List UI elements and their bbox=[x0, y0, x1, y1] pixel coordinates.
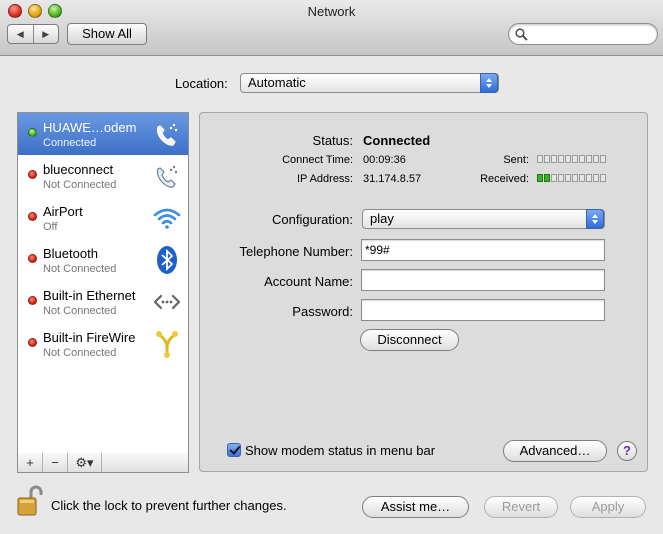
received-meter bbox=[537, 174, 606, 182]
revert-button[interactable]: Revert bbox=[484, 496, 558, 518]
service-name: AirPort bbox=[43, 204, 83, 219]
meter-segment bbox=[579, 174, 585, 182]
location-label: Location: bbox=[175, 76, 228, 91]
back-button[interactable]: ◀ bbox=[8, 25, 34, 43]
meter-segment bbox=[537, 174, 543, 182]
location-value: Automatic bbox=[248, 75, 306, 90]
meter-segment bbox=[579, 155, 585, 163]
service-item-builtin-ethernet[interactable]: Built-in Ethernet Not Connected bbox=[18, 281, 188, 323]
status-red-dot-icon bbox=[28, 254, 37, 263]
ip-address-label: IP Address: bbox=[296, 173, 353, 185]
service-name: Bluetooth bbox=[43, 246, 98, 261]
meter-segment bbox=[565, 155, 571, 163]
sent-meter bbox=[537, 155, 606, 163]
search-icon bbox=[515, 28, 528, 41]
service-list: HUAWE…odem Connected blueconnect Not Con… bbox=[17, 112, 189, 454]
advanced-button[interactable]: Advanced… bbox=[503, 440, 607, 462]
popup-arrows-icon bbox=[586, 209, 604, 229]
apply-button[interactable]: Apply bbox=[570, 496, 646, 518]
meter-segment bbox=[551, 155, 557, 163]
remove-service-button[interactable]: − bbox=[43, 453, 68, 472]
password-field[interactable] bbox=[361, 299, 605, 321]
connect-time-label: Connect Time: bbox=[282, 154, 353, 166]
ethernet-icon bbox=[153, 294, 181, 310]
gear-menu-button[interactable]: ⚙▾ bbox=[68, 453, 102, 472]
help-button[interactable]: ? bbox=[617, 441, 637, 461]
service-name: Built-in Ethernet bbox=[43, 288, 136, 303]
phone-modem-icon bbox=[156, 165, 178, 188]
meter-segment bbox=[572, 155, 578, 163]
meter-segment bbox=[544, 174, 550, 182]
connect-time-value: 00:09:36 bbox=[363, 154, 406, 166]
service-status: Off bbox=[43, 221, 58, 233]
meter-segment bbox=[600, 155, 606, 163]
firewire-icon bbox=[156, 331, 178, 358]
bluetooth-icon bbox=[157, 246, 177, 274]
meter-segment bbox=[537, 155, 543, 163]
show-modem-status-label: Show modem status in menu bar bbox=[245, 443, 436, 458]
service-name: HUAWE…odem bbox=[43, 120, 137, 135]
status-red-dot-icon bbox=[28, 212, 37, 221]
configuration-value: play bbox=[370, 211, 394, 226]
received-label: Received: bbox=[480, 173, 529, 185]
password-label: Password: bbox=[292, 304, 353, 319]
assist-me-button[interactable]: Assist me… bbox=[362, 496, 469, 518]
sent-label: Sent: bbox=[503, 154, 529, 166]
account-name-label: Account Name: bbox=[264, 274, 353, 289]
search-field[interactable] bbox=[508, 23, 658, 45]
meter-segment bbox=[565, 174, 571, 182]
service-name: Built-in FireWire bbox=[43, 330, 136, 345]
meter-segment bbox=[586, 174, 592, 182]
service-item-blueconnect[interactable]: blueconnect Not Connected bbox=[18, 155, 188, 197]
lock-message: Click the lock to prevent further change… bbox=[51, 498, 287, 513]
search-input[interactable] bbox=[531, 26, 651, 42]
service-item-huawei-modem[interactable]: HUAWE…odem Connected bbox=[18, 113, 188, 155]
disconnect-button[interactable]: Disconnect bbox=[360, 329, 459, 351]
ip-address-value: 31.174.8.57 bbox=[363, 173, 422, 185]
meter-segment bbox=[593, 155, 599, 163]
wifi-icon bbox=[153, 208, 181, 229]
service-item-builtin-firewire[interactable]: Built-in FireWire Not Connected bbox=[18, 323, 188, 365]
meter-segment bbox=[558, 155, 564, 163]
meter-segment bbox=[558, 174, 564, 182]
meter-segment bbox=[551, 174, 557, 182]
forward-button[interactable]: ▶ bbox=[34, 25, 59, 43]
back-forward-control: ◀ ▶ bbox=[7, 24, 59, 44]
configuration-popup[interactable]: play bbox=[362, 209, 605, 229]
phone-modem-icon bbox=[156, 123, 178, 146]
window-titlebar: Network ◀ ▶ Show All bbox=[0, 0, 663, 56]
meter-segment bbox=[544, 155, 550, 163]
meter-segment bbox=[586, 155, 592, 163]
meter-segment bbox=[600, 174, 606, 182]
show-all-button[interactable]: Show All bbox=[67, 23, 147, 45]
service-status: Not Connected bbox=[43, 347, 117, 359]
service-item-airport[interactable]: AirPort Off bbox=[18, 197, 188, 239]
status-value: Connected bbox=[363, 133, 431, 148]
telephone-number-field[interactable] bbox=[361, 239, 605, 261]
popup-arrows-icon bbox=[480, 73, 498, 93]
service-item-bluetooth[interactable]: Bluetooth Not Connected bbox=[18, 239, 188, 281]
service-status: Not Connected bbox=[43, 263, 117, 275]
service-status: Connected bbox=[43, 137, 97, 149]
window-title: Network bbox=[307, 4, 356, 19]
telephone-number-label: Telephone Number: bbox=[239, 244, 353, 259]
details-panel bbox=[199, 112, 648, 472]
location-popup[interactable]: Automatic bbox=[240, 73, 499, 93]
service-status: Not Connected bbox=[43, 179, 117, 191]
configuration-label: Configuration: bbox=[272, 212, 353, 227]
account-name-field[interactable] bbox=[361, 269, 605, 291]
status-red-dot-icon bbox=[28, 170, 37, 179]
show-modem-status-checkbox[interactable] bbox=[227, 443, 241, 457]
meter-segment bbox=[572, 174, 578, 182]
lock-open-icon[interactable] bbox=[17, 485, 43, 517]
meter-segment bbox=[593, 174, 599, 182]
service-list-toolbar: + − ⚙▾ bbox=[17, 453, 189, 473]
service-status: Not Connected bbox=[43, 305, 117, 317]
status-label: Status: bbox=[312, 133, 353, 148]
add-service-button[interactable]: + bbox=[18, 453, 43, 472]
status-red-dot-icon bbox=[28, 296, 37, 305]
status-green-dot-icon bbox=[28, 128, 37, 137]
status-red-dot-icon bbox=[28, 338, 37, 347]
service-name: blueconnect bbox=[43, 162, 114, 177]
